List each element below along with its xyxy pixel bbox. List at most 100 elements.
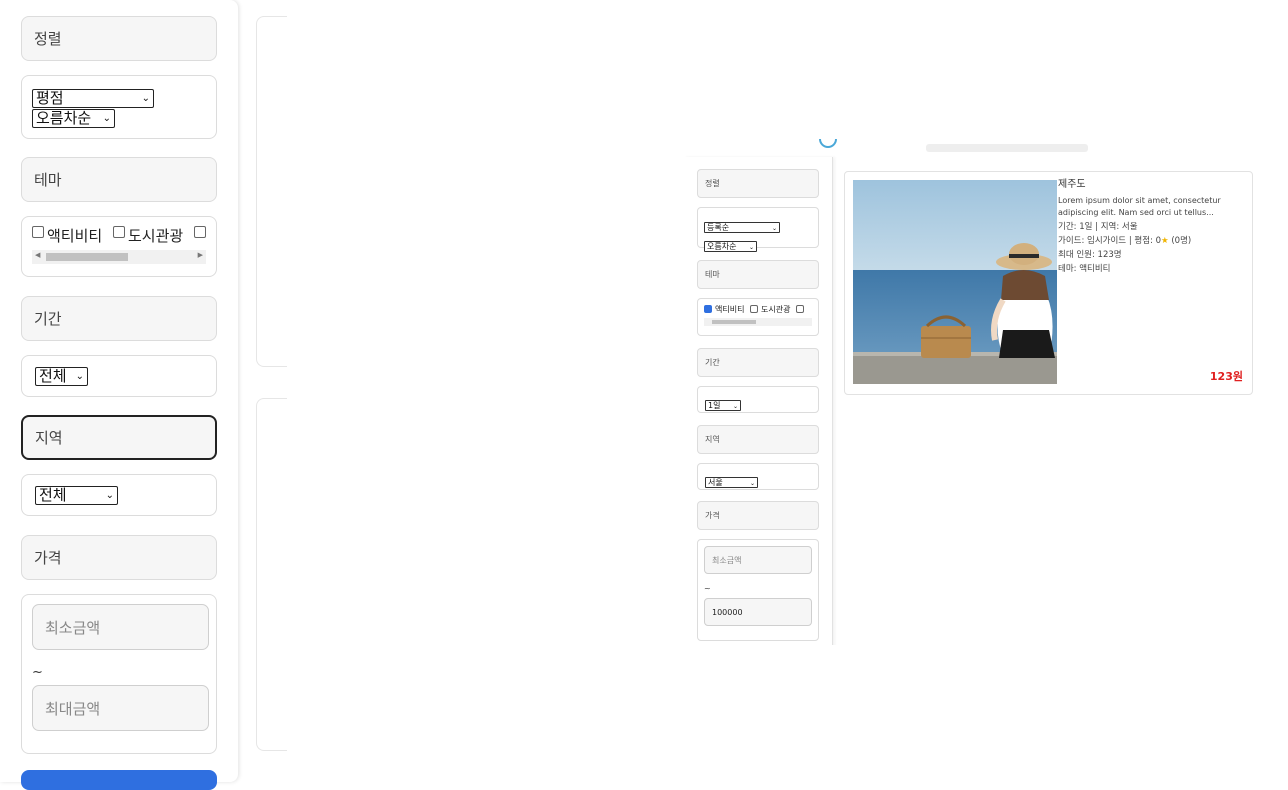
- preview-period-options: 1일 ⌄: [697, 386, 819, 413]
- search-bar[interactable]: [926, 144, 1088, 152]
- preview-theme-options: 액티비티 도시관광: [697, 298, 819, 336]
- preview-sort-select[interactable]: 등록순 ⌄: [704, 222, 780, 233]
- order-select[interactable]: 오름차순 ⌄: [32, 109, 115, 128]
- preview-region-select[interactable]: 서울 ⌄: [705, 477, 758, 488]
- region-options: 전체 ⌄: [21, 474, 217, 516]
- preview-sort-header: 정렬: [697, 169, 819, 198]
- scrollbar-thumb[interactable]: [46, 253, 128, 261]
- scroll-right-icon[interactable]: ▶: [198, 251, 203, 259]
- chevron-down-icon: ⌄: [748, 244, 754, 251]
- product-max-people: 최대 인원: 123명: [1058, 250, 1122, 260]
- sort-select-value: 평점: [36, 89, 64, 107]
- search-button[interactable]: [21, 770, 217, 790]
- chevron-down-icon: ⌄: [102, 113, 111, 124]
- chevron-down-icon: ⌄: [75, 371, 84, 382]
- content-panel-bottom: [256, 398, 287, 751]
- chevron-down-icon: ⌄: [141, 93, 150, 104]
- theme-label-city: 도시관광: [127, 227, 184, 245]
- max-price-placeholder: 최대금액: [45, 699, 101, 718]
- region-header: 지역: [21, 415, 217, 460]
- theme-checkbox-activity[interactable]: [32, 226, 44, 238]
- preview-theme-checkbox-row: 액티비티 도시관광: [698, 299, 818, 315]
- preview-sort-header-label: 정렬: [705, 179, 720, 188]
- preview-screenshot: 정렬 등록순 ⌄ 오름차순 ⌄ 테마 액티비티 도시관광 기간 1일 ⌄ 지역 …: [684, 130, 1264, 645]
- product-guide-rating-line: 가이드: 임시가이드 | 평점: 0★ (0명): [1058, 234, 1243, 248]
- preview-region-header: 지역: [697, 425, 819, 454]
- price-range-separator: ~: [32, 665, 43, 680]
- region-select[interactable]: 전체 ⌄: [35, 486, 118, 505]
- theme-options: 액티비티 도시관광 ◀ ▶: [21, 216, 217, 277]
- preview-theme-header: 테마: [697, 260, 819, 289]
- sort-select[interactable]: 평점 ⌄: [32, 89, 154, 108]
- price-header-label: 가격: [34, 549, 62, 567]
- product-title[interactable]: 제주도: [1058, 178, 1243, 191]
- theme-header: 테마: [21, 157, 217, 202]
- product-period-region: 기간: 1일 | 지역: 서울: [1058, 222, 1138, 232]
- chevron-down-icon: ⌄: [749, 480, 755, 487]
- theme-header-label: 테마: [34, 171, 62, 189]
- theme-checkbox-city[interactable]: [112, 226, 125, 238]
- preview-theme-header-label: 테마: [705, 270, 720, 279]
- preview-sort-options: 등록순 ⌄ 오름차순 ⌄: [697, 207, 819, 252]
- preview-order-select-value: 오름차순: [707, 242, 737, 251]
- min-price-input[interactable]: 최소금액: [32, 604, 209, 650]
- preview-max-price-value: 100000: [712, 607, 743, 617]
- theme-scrollbar[interactable]: ◀ ▶: [32, 250, 206, 264]
- chevron-down-icon: ⌄: [732, 403, 738, 410]
- content-panel-top: [256, 16, 287, 367]
- preview-theme-scrollbar[interactable]: [704, 318, 812, 326]
- period-header-label: 기간: [34, 310, 62, 328]
- price-options: 최소금액 ~ 최대금액: [21, 594, 217, 754]
- preview-min-price-input[interactable]: 최소금액: [704, 546, 812, 574]
- preview-region-select-value: 서울: [708, 478, 723, 487]
- preview-period-header-label: 기간: [705, 358, 720, 367]
- theme-checkbox-more[interactable]: [193, 226, 206, 238]
- product-card[interactable]: 제주도 Lorem ipsum dolor sit amet, consecte…: [844, 171, 1253, 395]
- product-rating-count: (0명): [1171, 236, 1192, 246]
- filter-sidebar: 정렬 평점 ⌄ 오름차순 ⌄ 테마 액티비티 도시관광 ◀ ▶ 기간 전체 ⌄ …: [0, 0, 238, 790]
- region-header-label: 지역: [35, 429, 63, 447]
- preview-price-options: 최소금액 ~ 100000: [697, 539, 819, 641]
- preview-price-header: 가격: [697, 501, 819, 530]
- period-options: 전체 ⌄: [21, 355, 217, 397]
- preview-theme-label-city: 도시관광: [761, 305, 791, 314]
- preview-min-price-placeholder: 최소금액: [712, 555, 742, 565]
- period-header: 기간: [21, 296, 217, 341]
- period-select[interactable]: 전체 ⌄: [35, 367, 88, 386]
- preview-theme-checkbox-activity[interactable]: [704, 305, 712, 313]
- scroll-left-icon[interactable]: ◀: [35, 251, 40, 259]
- preview-theme-checkbox-more[interactable]: [796, 305, 804, 313]
- max-price-input[interactable]: 최대금액: [32, 685, 209, 731]
- preview-price-range-separator: ~: [704, 584, 711, 593]
- theme-label-activity: 액티비티: [47, 227, 103, 245]
- product-description: Lorem ipsum dolor sit amet, consectetur …: [1058, 196, 1221, 217]
- preview-max-price-input[interactable]: 100000: [704, 598, 812, 626]
- chevron-down-icon: ⌄: [105, 490, 114, 501]
- product-theme: 테마: 액티비티: [1058, 264, 1111, 274]
- product-price: 123원: [1209, 370, 1243, 383]
- min-price-placeholder: 최소금액: [45, 618, 101, 637]
- theme-checkbox-row: 액티비티 도시관광: [22, 217, 216, 246]
- product-guide-rating: 가이드: 임시가이드 | 평점: 0: [1058, 236, 1162, 246]
- product-info: 제주도 Lorem ipsum dolor sit amet, consecte…: [1058, 178, 1243, 276]
- sort-header: 정렬: [21, 16, 217, 61]
- preview-price-header-label: 가격: [705, 511, 720, 520]
- preview-order-select[interactable]: 오름차순 ⌄: [704, 241, 757, 252]
- preview-sort-select-value: 등록순: [707, 223, 730, 232]
- price-header: 가격: [21, 535, 217, 580]
- preview-theme-checkbox-city[interactable]: [750, 305, 758, 313]
- sort-header-label: 정렬: [34, 30, 62, 48]
- preview-region-options: 서울 ⌄: [697, 463, 819, 490]
- preview-region-header-label: 지역: [705, 435, 720, 444]
- preview-scrollbar-thumb[interactable]: [712, 320, 756, 324]
- preview-theme-label-activity: 액티비티: [715, 305, 745, 314]
- star-icon: ★: [1161, 236, 1169, 246]
- info-icon: [819, 139, 837, 148]
- region-select-value: 전체: [39, 486, 67, 504]
- preview-period-select-value: 1일: [708, 401, 721, 410]
- preview-filter-sidebar: 정렬 등록순 ⌄ 오름차순 ⌄ 테마 액티비티 도시관광 기간 1일 ⌄ 지역 …: [684, 157, 833, 645]
- period-select-value: 전체: [39, 367, 67, 385]
- chevron-down-icon: ⌄: [771, 225, 777, 232]
- sort-options: 평점 ⌄ 오름차순 ⌄: [21, 75, 217, 139]
- preview-period-select[interactable]: 1일 ⌄: [705, 400, 741, 411]
